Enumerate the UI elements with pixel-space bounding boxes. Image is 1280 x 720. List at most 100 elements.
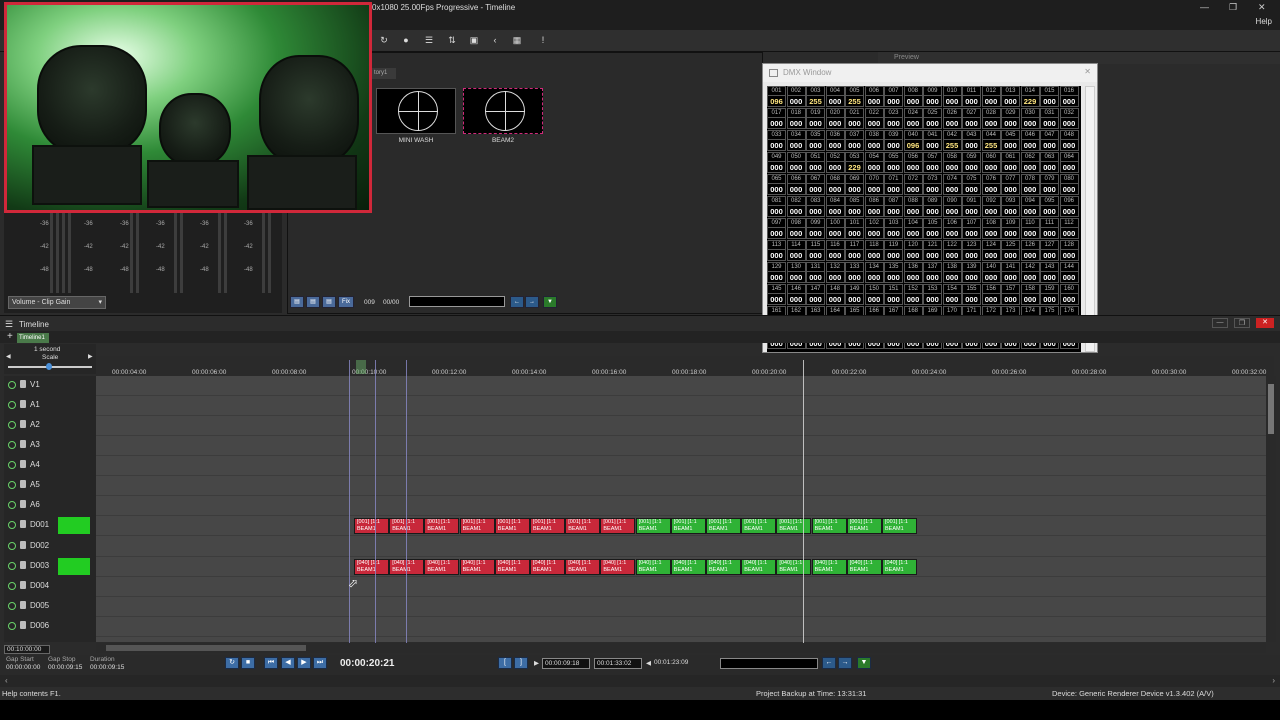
power-icon[interactable] [8,562,16,570]
dmx-clip[interactable]: [001] [1:1 BEAM1 [600,518,636,534]
dmx-clip[interactable]: [001] [1:1 BEAM1 [811,518,847,534]
lock-icon[interactable] [20,601,26,609]
play-icon[interactable]: ▶ [297,657,311,669]
dmx-clip[interactable]: [040] [1:1 BEAM1 [600,559,636,575]
lock-icon[interactable] [20,420,26,428]
dmx-clip[interactable]: [001] [1:1 BEAM1 [494,518,530,534]
dmx-clip[interactable]: [001] [1:1 BEAM1 [882,518,917,534]
dmx-scrollbar[interactable] [1085,86,1095,352]
scroll-thumb[interactable] [1268,384,1274,434]
track-header-d005[interactable]: D005 [4,597,96,617]
tab-timeline1[interactable]: Timeline1 [17,333,49,343]
bin-search-input[interactable] [409,296,505,307]
arrow-left-icon[interactable]: ← [822,657,836,669]
tool-icon-1[interactable]: ↻ [378,35,390,46]
dmx-clip[interactable]: [001] [1:1 BEAM1 [459,518,495,534]
restore-icon[interactable]: ❐ [1229,2,1237,13]
layers-icon[interactable]: ☰ [423,35,435,46]
close-icon[interactable]: ✕ [1084,67,1091,76]
mark-in-icon[interactable]: [ [498,657,512,669]
lock-icon[interactable] [20,541,26,549]
dmx-clip[interactable]: [001] [1:1 BEAM1 [354,518,389,534]
restore-icon[interactable]: ❐ [1234,318,1250,328]
dmx-clip[interactable]: [040] [1:1 BEAM1 [565,559,601,575]
time-ruler[interactable]: 00:00:04:00 00:00:06:00 00:00:08:00 00:00:1… [96,356,1274,376]
dmx-clip[interactable]: [040] [1:1 BEAM1 [459,559,495,575]
track-header-a5[interactable]: A5 [4,476,96,496]
playhead[interactable] [803,360,804,644]
power-icon[interactable] [8,582,16,590]
track-header-d003[interactable]: D003 [4,557,96,577]
menu-icon[interactable]: ☰ [5,319,13,330]
lock-icon[interactable] [20,621,26,629]
track-header-d004[interactable]: D004 [4,577,96,597]
lock-icon[interactable] [20,581,26,589]
track-header-a4[interactable]: A4 [4,456,96,476]
lock-icon[interactable] [20,440,26,448]
minimize-icon[interactable]: — [1200,2,1209,12]
power-icon[interactable] [8,421,16,429]
library-item-mini-wash[interactable] [376,88,456,134]
dmx-clip[interactable]: [040] [1:1 BEAM1 [494,559,530,575]
bin-view-icon-3[interactable]: ▤ [322,296,336,308]
in-marker[interactable] [356,360,366,374]
bin-view-icon-2[interactable]: ▤ [306,296,320,308]
grid-icon[interactable]: ▦ [511,35,523,46]
dmx-clip[interactable]: [040] [1:1 BEAM1 [424,559,460,575]
lock-icon[interactable] [20,500,26,508]
bin-view-icon-1[interactable]: ▤ [290,296,304,308]
dmx-clip[interactable]: [001] [1:1 BEAM1 [565,518,601,534]
alert-icon[interactable]: ! [537,35,549,46]
dmx-clip[interactable]: [040] [1:1 BEAM1 [670,559,706,575]
library-tab[interactable]: tory1 [372,68,396,79]
scroll-thumb[interactable] [106,645,306,651]
search-input[interactable] [720,658,818,669]
dmx-clip[interactable]: [001] [1:1 BEAM1 [741,518,777,534]
scale-right-icon[interactable]: ▶ [88,353,93,360]
timeline-horizontal-scrollbar[interactable] [96,643,1266,653]
dmx-clip[interactable]: [040] [1:1 BEAM1 [776,559,812,575]
marker-icon[interactable]: ⇅ [446,35,458,46]
track-header-a3[interactable]: A3 [4,436,96,456]
power-icon[interactable] [8,401,16,409]
close-icon[interactable]: ✕ [1258,2,1266,13]
power-icon[interactable] [8,602,16,610]
dmx-clip[interactable]: [001] [1:1 BEAM1 [530,518,565,534]
rewind-icon[interactable]: ◀ [281,657,295,669]
lock-icon[interactable] [20,380,26,388]
dmx-clip[interactable]: [040] [1:1 BEAM1 [741,559,777,575]
volume-select[interactable]: Volume - Clip Gain ▾ [8,296,106,309]
track-header-d006[interactable]: D006 [4,617,96,637]
power-icon[interactable] [8,381,16,389]
filter-icon[interactable]: ▼ [543,296,557,308]
track-header-a2[interactable]: A2 [4,416,96,436]
dmx-clip[interactable]: [001] [1:1 BEAM1 [670,518,706,534]
share-icon[interactable]: ‹ [489,35,501,46]
track-header-a1[interactable]: A1 [4,396,96,416]
scroll-left-icon[interactable]: ‹ [5,676,8,685]
minimize-icon[interactable]: — [1212,318,1228,328]
dmx-clip[interactable]: [040] [1:1 BEAM1 [354,559,389,575]
dmx-clip[interactable]: [040] [1:1 BEAM1 [530,559,565,575]
timeline-vertical-scrollbar[interactable] [1266,376,1276,642]
scale-left-icon[interactable]: ◀ [6,353,11,360]
lock-icon[interactable] [20,460,26,468]
stop-icon[interactable]: ■ [241,657,255,669]
power-icon[interactable] [8,461,16,469]
dmx-clip[interactable]: [001] [1:1 BEAM1 [846,518,882,534]
arrow-right-icon[interactable]: → [838,657,852,669]
menu-help[interactable]: Help [1256,17,1272,26]
track-header-d002[interactable]: D002 [4,537,96,557]
monitor-icon[interactable]: ▣ [468,35,480,46]
loop-icon[interactable]: ↻ [225,657,239,669]
scroll-right-icon[interactable]: › [1272,676,1275,685]
power-icon[interactable] [8,622,16,630]
dmx-clip[interactable]: [040] [1:1 BEAM1 [635,559,671,575]
record-icon[interactable]: ● [400,35,412,46]
track-header-a6[interactable]: A6 [4,496,96,516]
dmx-clip[interactable]: [001] [1:1 BEAM1 [635,518,671,534]
power-icon[interactable] [8,501,16,509]
dmx-clip[interactable]: [040] [1:1 BEAM1 [846,559,882,575]
track-area[interactable]: [001] [1:1 BEAM1 [001] [1:1 BEAM1 [001] [1… [96,376,1266,642]
dmx-clip[interactable]: [040] [1:1 BEAM1 [882,559,917,575]
